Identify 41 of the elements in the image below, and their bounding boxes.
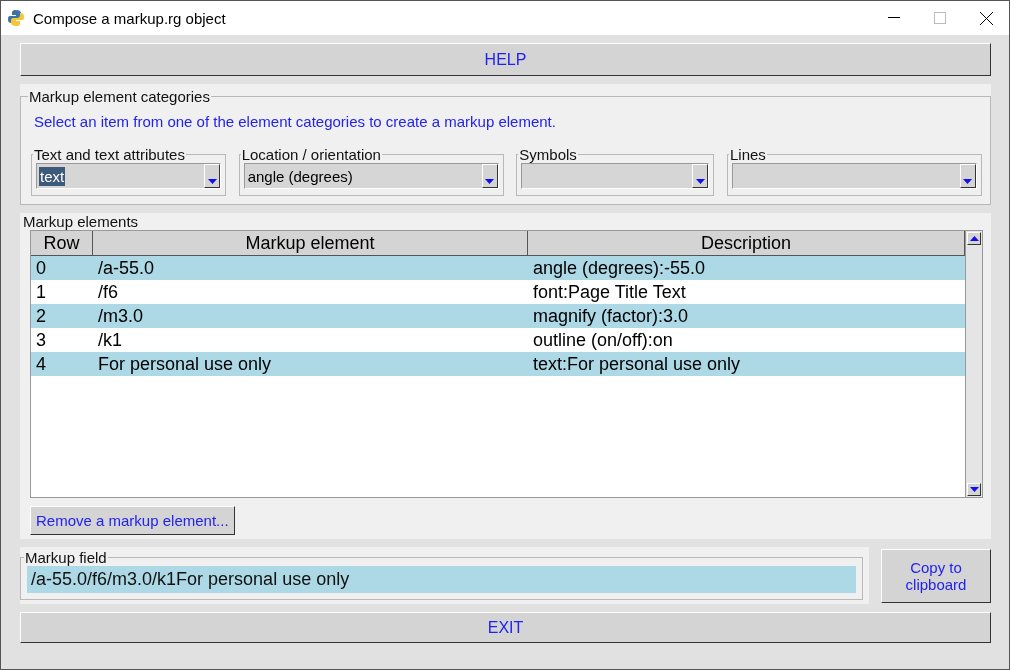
table-cell: /m3.0 <box>93 304 528 328</box>
column-header[interactable]: Markup element <box>93 231 528 256</box>
up-arrow-icon <box>969 236 979 241</box>
down-arrow-icon <box>963 179 973 184</box>
copy-button[interactable]: Copy to clipboard <box>881 549 991 603</box>
table-cell: angle (degrees):-55.0 <box>528 256 965 280</box>
snake-logo-icon <box>7 9 25 27</box>
group-title: Markup elements <box>22 213 140 230</box>
table-cell: 2 <box>31 304 93 328</box>
exit-button[interactable]: EXIT <box>20 612 991 643</box>
markup-field[interactable]: /a-55.0/f6/m3.0/k1For personal use only <box>27 566 856 593</box>
table-cell: text:For personal use only <box>528 352 965 376</box>
group-title: Text and text attributes <box>33 146 186 163</box>
group-title: Lines <box>728 146 767 163</box>
down-arrow-icon <box>969 487 979 492</box>
table-cell: /a-55.0 <box>93 256 528 280</box>
minimize-icon <box>888 17 900 19</box>
table-cell: 4 <box>31 352 93 376</box>
down-arrow-icon <box>485 179 495 184</box>
dropdown[interactable]: text <box>36 163 221 189</box>
group-title: Symbols <box>518 146 578 163</box>
down-arrow-icon <box>207 179 217 184</box>
table-cell: For personal use only <box>93 352 528 376</box>
maximize-icon <box>934 12 946 24</box>
table-cell: magnify (factor):3.0 <box>528 304 965 328</box>
window-title: Compose a markup.rg object <box>33 9 227 27</box>
remove-element-button[interactable]: Remove a markup element... <box>30 506 235 535</box>
close-icon <box>979 11 993 25</box>
column-header[interactable]: Row <box>31 231 93 256</box>
group-title: Location / orientation <box>240 146 382 163</box>
help-button[interactable]: HELP <box>20 43 991 76</box>
column-header[interactable]: Description <box>528 231 965 256</box>
down-arrow-icon <box>695 179 705 184</box>
dropdown[interactable] <box>521 163 710 189</box>
table-cell: 0 <box>31 256 93 280</box>
instruction-text: Select an item from one of the element categories to create a markup element. <box>34 113 557 130</box>
dropdown[interactable]: angle (degrees) <box>243 163 499 189</box>
group-title: Markup field <box>24 549 108 566</box>
group-title: Markup element categories <box>28 88 211 105</box>
scrollbar[interactable] <box>965 231 982 497</box>
dropdown[interactable] <box>731 163 977 189</box>
